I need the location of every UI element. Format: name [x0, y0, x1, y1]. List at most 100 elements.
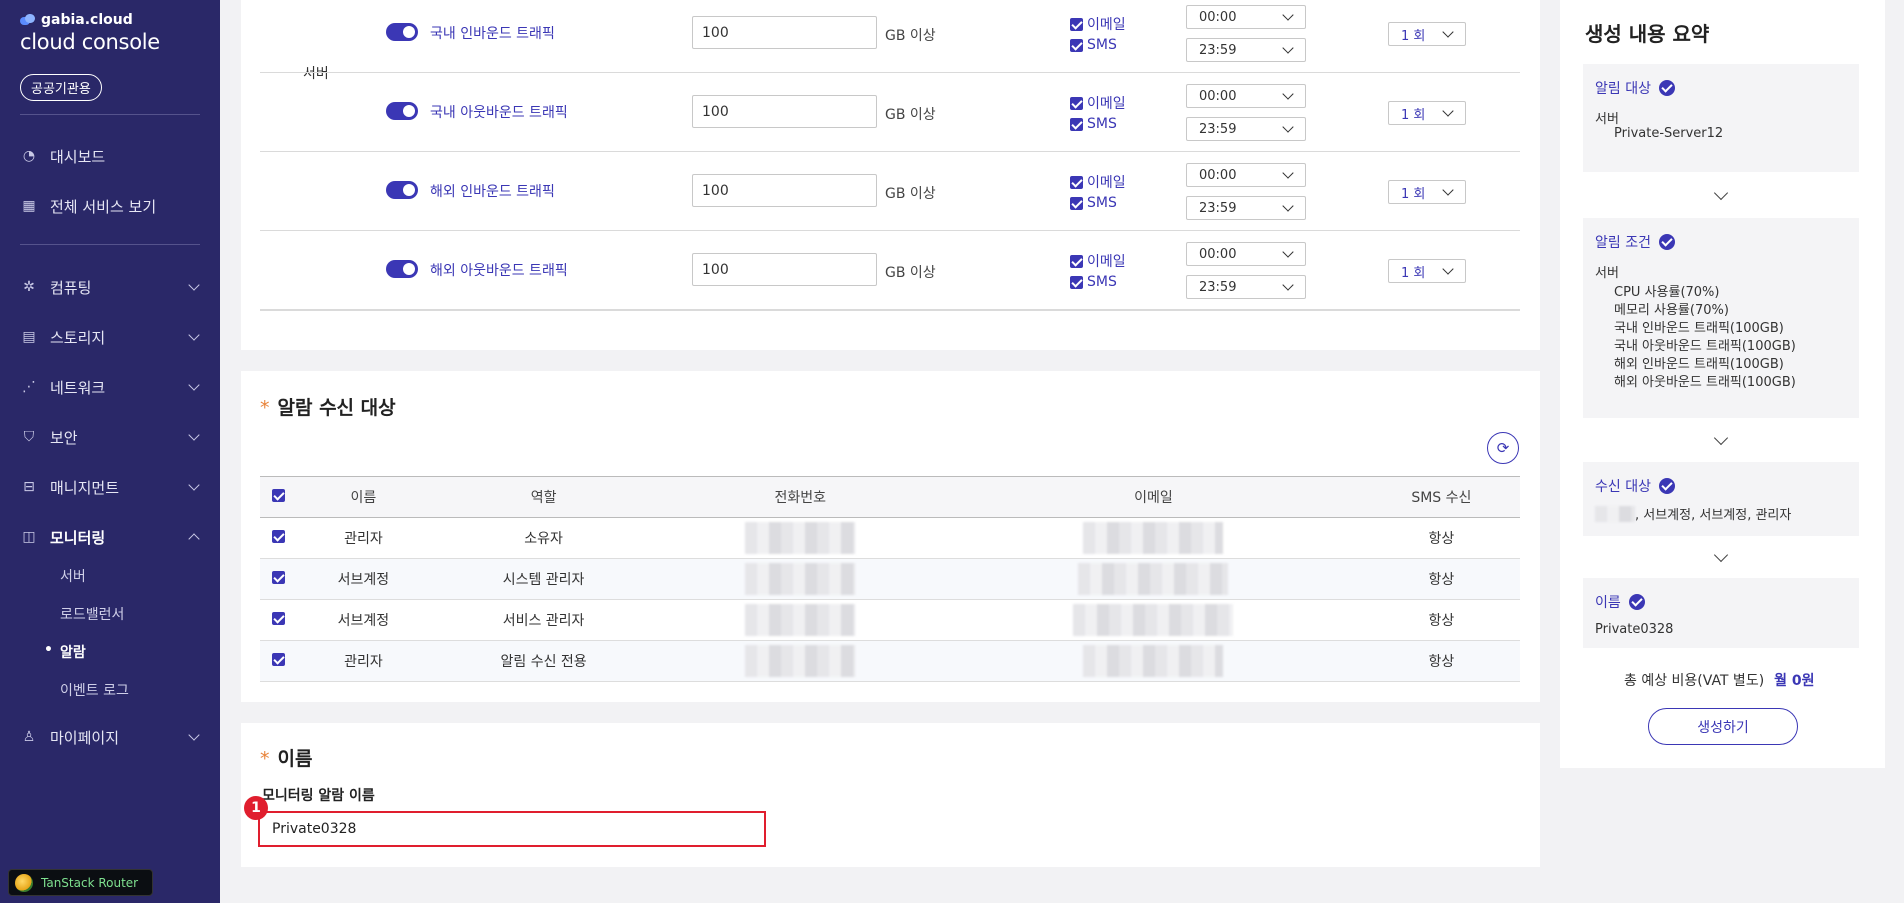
summary-name-value: Private0328	[1595, 622, 1674, 637]
sidebar-item-dashboard[interactable]: ◔ 대시보드	[20, 143, 198, 169]
cell-sms: 항상	[1362, 517, 1520, 559]
row-checkbox[interactable]	[260, 640, 296, 682]
start-time-select[interactable]: 00:00	[1186, 242, 1306, 266]
row-checkbox[interactable]	[260, 517, 296, 559]
sidebar-item-monitoring[interactable]: ◫ 모니터링	[20, 524, 200, 550]
cell-phone-redacted	[656, 640, 945, 682]
sidebar-divider	[20, 114, 200, 115]
sms-checkbox[interactable]: SMS	[1070, 195, 1117, 211]
condition-metric-label: 해외 인바운드 트래픽	[430, 184, 555, 200]
repeat-count-select[interactable]: 1 회	[1388, 180, 1466, 204]
monitor-icon: ◫	[22, 529, 36, 545]
brand-small-text: gabia.cloud	[41, 12, 133, 28]
repeat-count-select[interactable]: 1 회	[1388, 22, 1466, 46]
end-time-select[interactable]: 23:59	[1186, 275, 1306, 299]
check-icon	[1070, 196, 1083, 210]
refresh-icon: ⟳	[1496, 439, 1510, 457]
cell-sms: 항상	[1362, 558, 1520, 600]
sidebar-item-management[interactable]: ⊟ 매니지먼트	[20, 474, 200, 500]
row-divider	[260, 230, 1520, 231]
sidebar-item-storage[interactable]: ▤ 스토리지	[20, 324, 200, 350]
summary-condition-head: 알림 조건	[1595, 232, 1675, 252]
check-icon	[271, 488, 285, 502]
cell-email-redacted	[944, 517, 1363, 559]
sidebar-item-network[interactable]: ⋰ 네트워크	[20, 374, 200, 400]
email-checkbox[interactable]: 이메일	[1070, 251, 1126, 271]
cell-sms: 항상	[1362, 640, 1520, 682]
end-time-select[interactable]: 23:59	[1186, 38, 1306, 62]
cell-name: 관리자	[296, 640, 431, 682]
start-time-select[interactable]: 00:00	[1186, 163, 1306, 187]
annotation-marker: 1	[244, 796, 268, 820]
email-checkbox[interactable]: 이메일	[1070, 172, 1126, 192]
sidebar-subitem-server[interactable]: 서버	[60, 566, 86, 586]
cloud-logo-icon	[20, 14, 36, 26]
condition-toggle[interactable]	[386, 23, 418, 41]
public-sector-badge[interactable]: 공공기관용	[20, 74, 102, 101]
sms-checkbox[interactable]: SMS	[1070, 116, 1117, 132]
check-icon	[1070, 275, 1083, 289]
email-checkbox[interactable]: 이메일	[1070, 93, 1126, 113]
repeat-count-select[interactable]: 1 회	[1388, 101, 1466, 125]
row-checkbox[interactable]	[260, 558, 296, 600]
threshold-unit: GB 이상	[885, 265, 936, 281]
cell-role: 서비스 관리자	[430, 599, 657, 641]
cell-sms: 항상	[1362, 599, 1520, 641]
condition-toggle[interactable]	[386, 181, 418, 199]
refresh-button[interactable]: ⟳	[1487, 432, 1519, 464]
column-header-role: 역할	[430, 476, 657, 518]
chevron-down-icon	[1282, 279, 1294, 291]
chip-icon: ✲	[23, 279, 35, 295]
cell-role: 알림 수신 전용	[430, 640, 657, 682]
tanstack-router-devtools-button[interactable]: TanStack Router	[8, 869, 153, 896]
end-time-select[interactable]: 23:59	[1186, 196, 1306, 220]
alarm-name-input[interactable]	[258, 811, 766, 847]
select-all-checkbox[interactable]	[260, 476, 296, 518]
row-divider	[260, 310, 1520, 311]
threshold-input[interactable]	[692, 95, 877, 128]
end-time-select[interactable]: 23:59	[1186, 117, 1306, 141]
condition-toggle[interactable]	[386, 102, 418, 120]
brand-logo[interactable]: gabia.cloud cloud console	[20, 12, 160, 54]
repeat-count-select[interactable]: 1 회	[1388, 259, 1466, 283]
check-icon	[271, 611, 285, 625]
check-icon	[1070, 254, 1083, 268]
threshold-input[interactable]	[692, 253, 877, 286]
check-circle-icon	[1658, 478, 1675, 494]
chevron-down-icon	[188, 379, 200, 391]
check-circle-icon	[1658, 234, 1675, 250]
summary-name-box: 이름 Private0328	[1583, 578, 1859, 648]
sidebar-item-computing[interactable]: ✲ 컴퓨팅	[20, 274, 200, 300]
table-header-row: 이름 역할 전화번호 이메일 SMS 수신	[260, 476, 1520, 518]
cell-phone-redacted	[656, 599, 945, 641]
summary-condition-item: 국내 아웃바운드 트래픽(100GB)	[1614, 339, 1796, 354]
summary-condition-item: 국내 인바운드 트래픽(100GB)	[1614, 321, 1784, 336]
start-time-select[interactable]: 00:00	[1186, 5, 1306, 29]
sidebar-subitem-alarm[interactable]: 알람	[44, 642, 86, 662]
chevron-down-icon	[1442, 184, 1454, 196]
sidebar-subitem-event-log[interactable]: 이벤트 로그	[60, 680, 129, 700]
cell-role: 시스템 관리자	[430, 558, 657, 600]
management-icon: ⊟	[23, 479, 35, 495]
condition-toggle[interactable]	[386, 260, 418, 278]
threshold-input[interactable]	[692, 174, 877, 207]
row-divider	[260, 72, 1520, 73]
chevron-down-icon	[188, 729, 200, 741]
email-checkbox[interactable]: 이메일	[1070, 14, 1126, 34]
user-icon: ♙	[22, 729, 36, 745]
sms-checkbox[interactable]: SMS	[1070, 274, 1117, 290]
row-checkbox[interactable]	[260, 599, 296, 641]
start-time-select[interactable]: 00:00	[1186, 84, 1306, 108]
sidebar-item-mypage[interactable]: ♙ 마이페이지	[20, 724, 200, 750]
estimated-cost-value: 월 0원	[1774, 673, 1815, 689]
estimated-cost: 총 예상 비용(VAT 별도) 월 0원	[1624, 673, 1815, 689]
sidebar-item-security[interactable]: ⛉ 보안	[20, 424, 200, 450]
threshold-input[interactable]	[692, 16, 877, 49]
condition-metric-label: 국내 아웃바운드 트래픽	[430, 105, 568, 121]
sidebar-subitem-loadbalancer[interactable]: 로드밸런서	[60, 604, 124, 624]
summary-name-head: 이름	[1595, 592, 1645, 612]
sidebar-item-all-services[interactable]: ▦ 전체 서비스 보기	[20, 193, 198, 219]
summary-condition-item: CPU 사용률(70%)	[1614, 285, 1720, 300]
sms-checkbox[interactable]: SMS	[1070, 37, 1117, 53]
create-button[interactable]: 생성하기	[1648, 708, 1798, 745]
